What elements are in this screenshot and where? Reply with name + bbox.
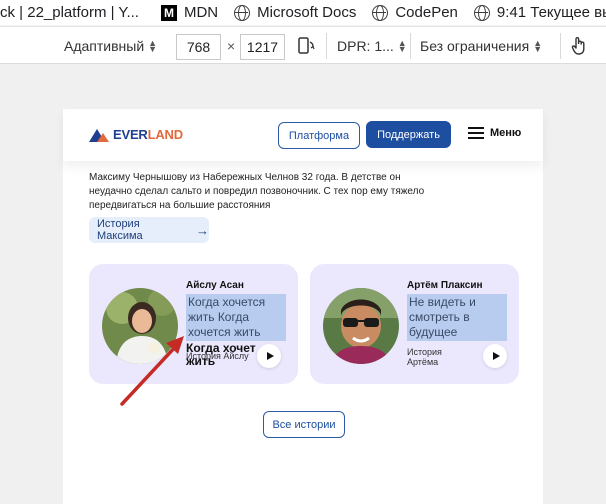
mountain-logo-icon [89,129,109,142]
site-header: EVER LAND Платформа Поддержать Меню [63,109,543,161]
avatar [102,288,178,364]
touch-toggle[interactable] [570,27,588,65]
card-subtitle-line2: Артёма [407,357,439,367]
portrait-image [102,288,178,364]
play-button[interactable] [257,344,281,368]
bookmark-platform[interactable]: ck | 22_platform | Y... [0,4,139,21]
story-description: Максиму Чернышову из Набережных Челнов 3… [89,172,425,211]
hamburger-icon [468,126,484,140]
emulated-viewport: EVER LAND Платформа Поддержать Меню Макси… [0,64,606,504]
height-input[interactable]: 1217 [240,34,285,60]
card-subtitle: История Айслу [186,351,249,361]
updown-icon: ▲ ▼ [397,38,407,54]
throttle-label: Без ограничения [420,38,530,54]
hand-pointer-icon [571,37,585,55]
bookmark-mdn[interactable]: M MDN [160,4,219,21]
play-button[interactable] [483,344,507,368]
divider [560,33,561,59]
rotate-button[interactable] [297,27,315,65]
bookmark-label: 9:41 Текущее вь [496,4,606,21]
bookmark-microsoft-docs[interactable]: Microsoft Docs [234,4,356,21]
device-toolbar: Адаптивный ▲ ▼ 768 × 1217 DPR: 1... ▲ ▼ Бе… [0,26,606,64]
support-button[interactable]: Поддержать [366,121,451,148]
times-sign: × [227,38,236,54]
card-person-name: Артём Плаксин [407,280,483,291]
play-icon [492,352,500,360]
divider [326,33,327,59]
card-subtitle-line1: История [407,347,442,357]
divider [410,33,411,59]
device-mode-label: Адаптивный [64,38,145,54]
bookmark-label: Microsoft Docs [257,4,357,21]
all-stories-button[interactable]: Все истории [263,411,345,438]
story-maxim-button[interactable]: История Максима → [89,217,209,243]
dpr-select[interactable]: DPR: 1... ▲ ▼ [337,27,407,65]
menu-label: Меню [490,127,522,139]
globe-icon [473,4,490,21]
card-quote: Когда хочется жить Когда хочется жить [186,294,286,341]
story-button-label: История Максима [97,218,143,242]
card-quote: Не видеть и смотреть в будущее [407,294,507,341]
logo-text-ever: EVER [113,126,148,142]
bookmark-label: CodePen [395,4,458,21]
rotate-icon [298,37,315,54]
bookmarks-bar: ck | 22_platform | Y... M MDN Microsoft … [0,0,606,25]
bookmark-label: ck | 22_platform | Y... [0,4,139,21]
globe-icon [234,4,251,21]
platform-button[interactable]: Платформа [278,122,360,149]
arrow-right-icon: → [196,222,209,238]
card-person-name: Айслу Асан [186,280,244,291]
logo-text-land: LAND [147,126,184,142]
story-card-aislu[interactable]: Айслу Асан Когда хочется жить Когда хоче… [89,264,298,384]
bookmark-codepen[interactable]: CodePen [372,4,458,21]
globe-icon [372,4,389,21]
everland-logo[interactable]: EVER LAND [89,126,183,142]
mdn-icon: M [160,4,177,21]
width-input[interactable]: 768 [176,34,221,60]
avatar [323,288,399,364]
menu-button[interactable]: Меню [468,126,521,140]
throttle-select[interactable]: Без ограничения ▲ ▼ [420,27,542,65]
portrait-image [323,288,399,364]
play-icon [266,352,274,360]
story-card-artyom[interactable]: Артём Плаксин Не видеть и смотреть в буд… [310,264,519,384]
page-frame: EVER LAND Платформа Поддержать Меню Макси… [63,109,543,504]
updown-icon: ▲ ▼ [533,38,543,54]
device-mode-select[interactable]: Адаптивный ▲ ▼ [64,27,157,65]
bookmark-time[interactable]: 9:41 Текущее вь [473,4,606,21]
updown-icon: ▲ ▼ [148,38,158,54]
dpr-label: DPR: 1... [337,38,394,54]
bookmark-label: MDN [183,4,219,21]
